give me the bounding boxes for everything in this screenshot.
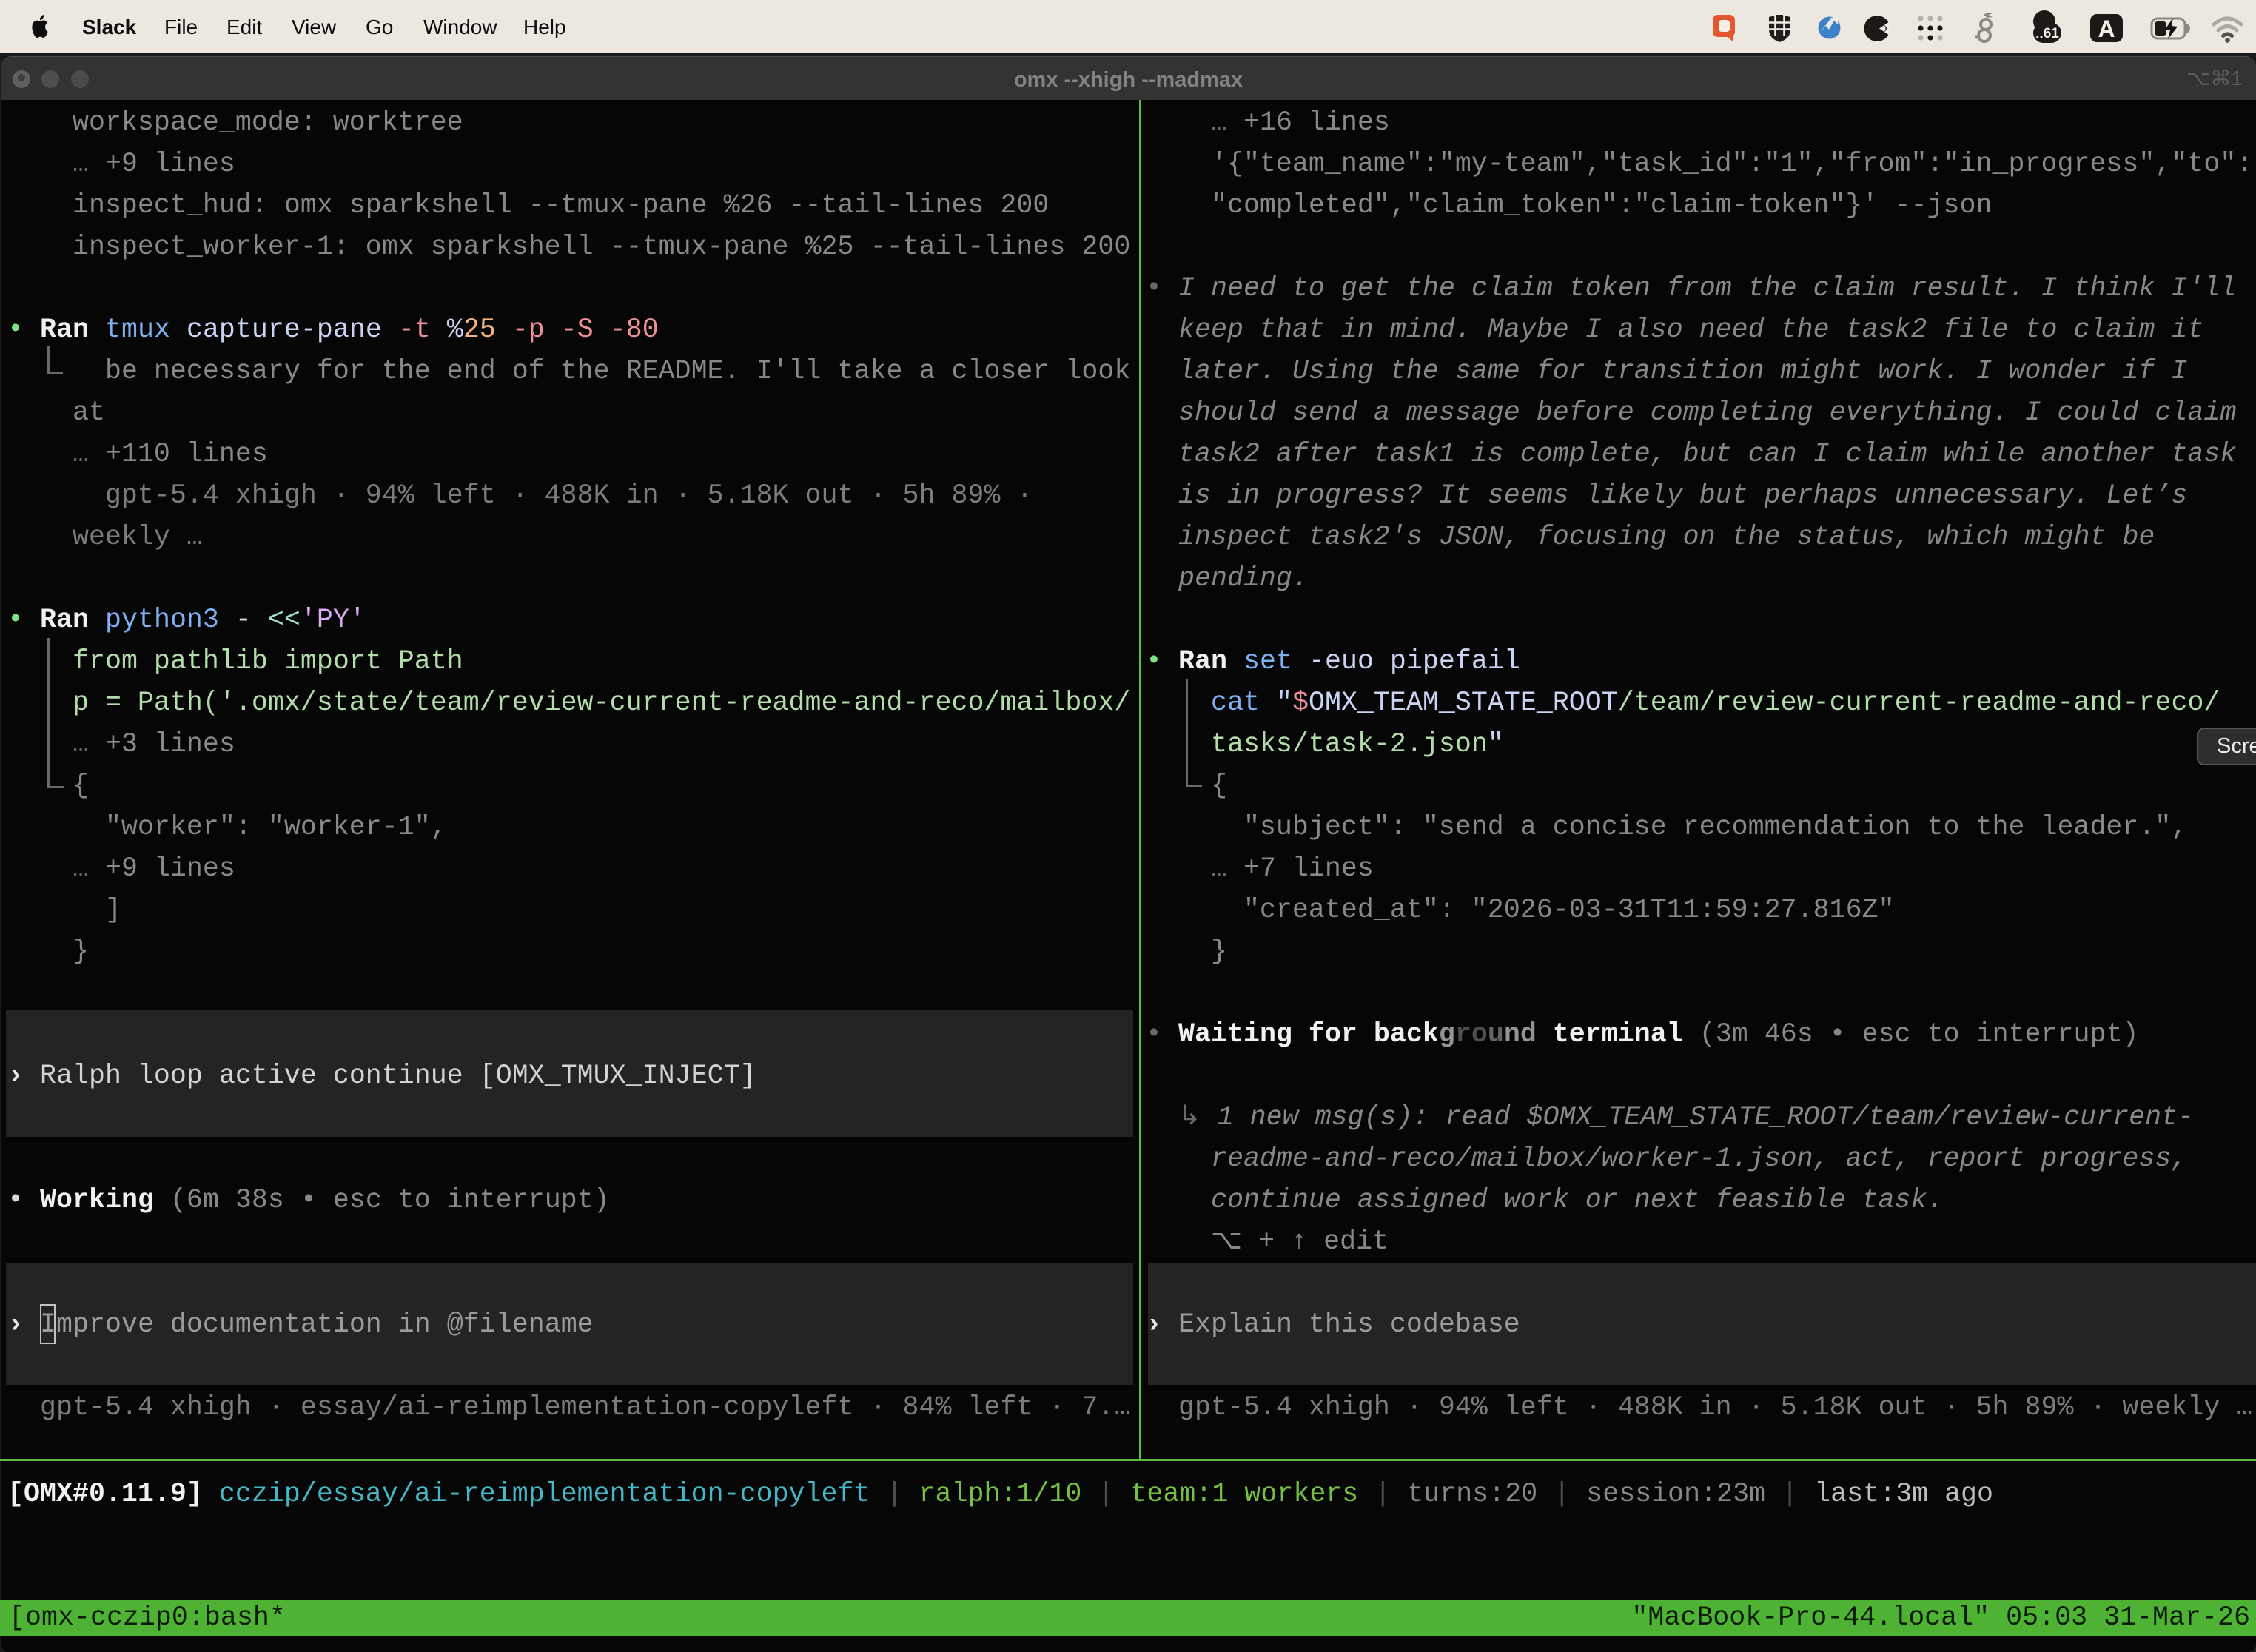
svg-text:..61: ..61 [2035, 26, 2059, 41]
svg-text:A: A [2098, 16, 2115, 42]
